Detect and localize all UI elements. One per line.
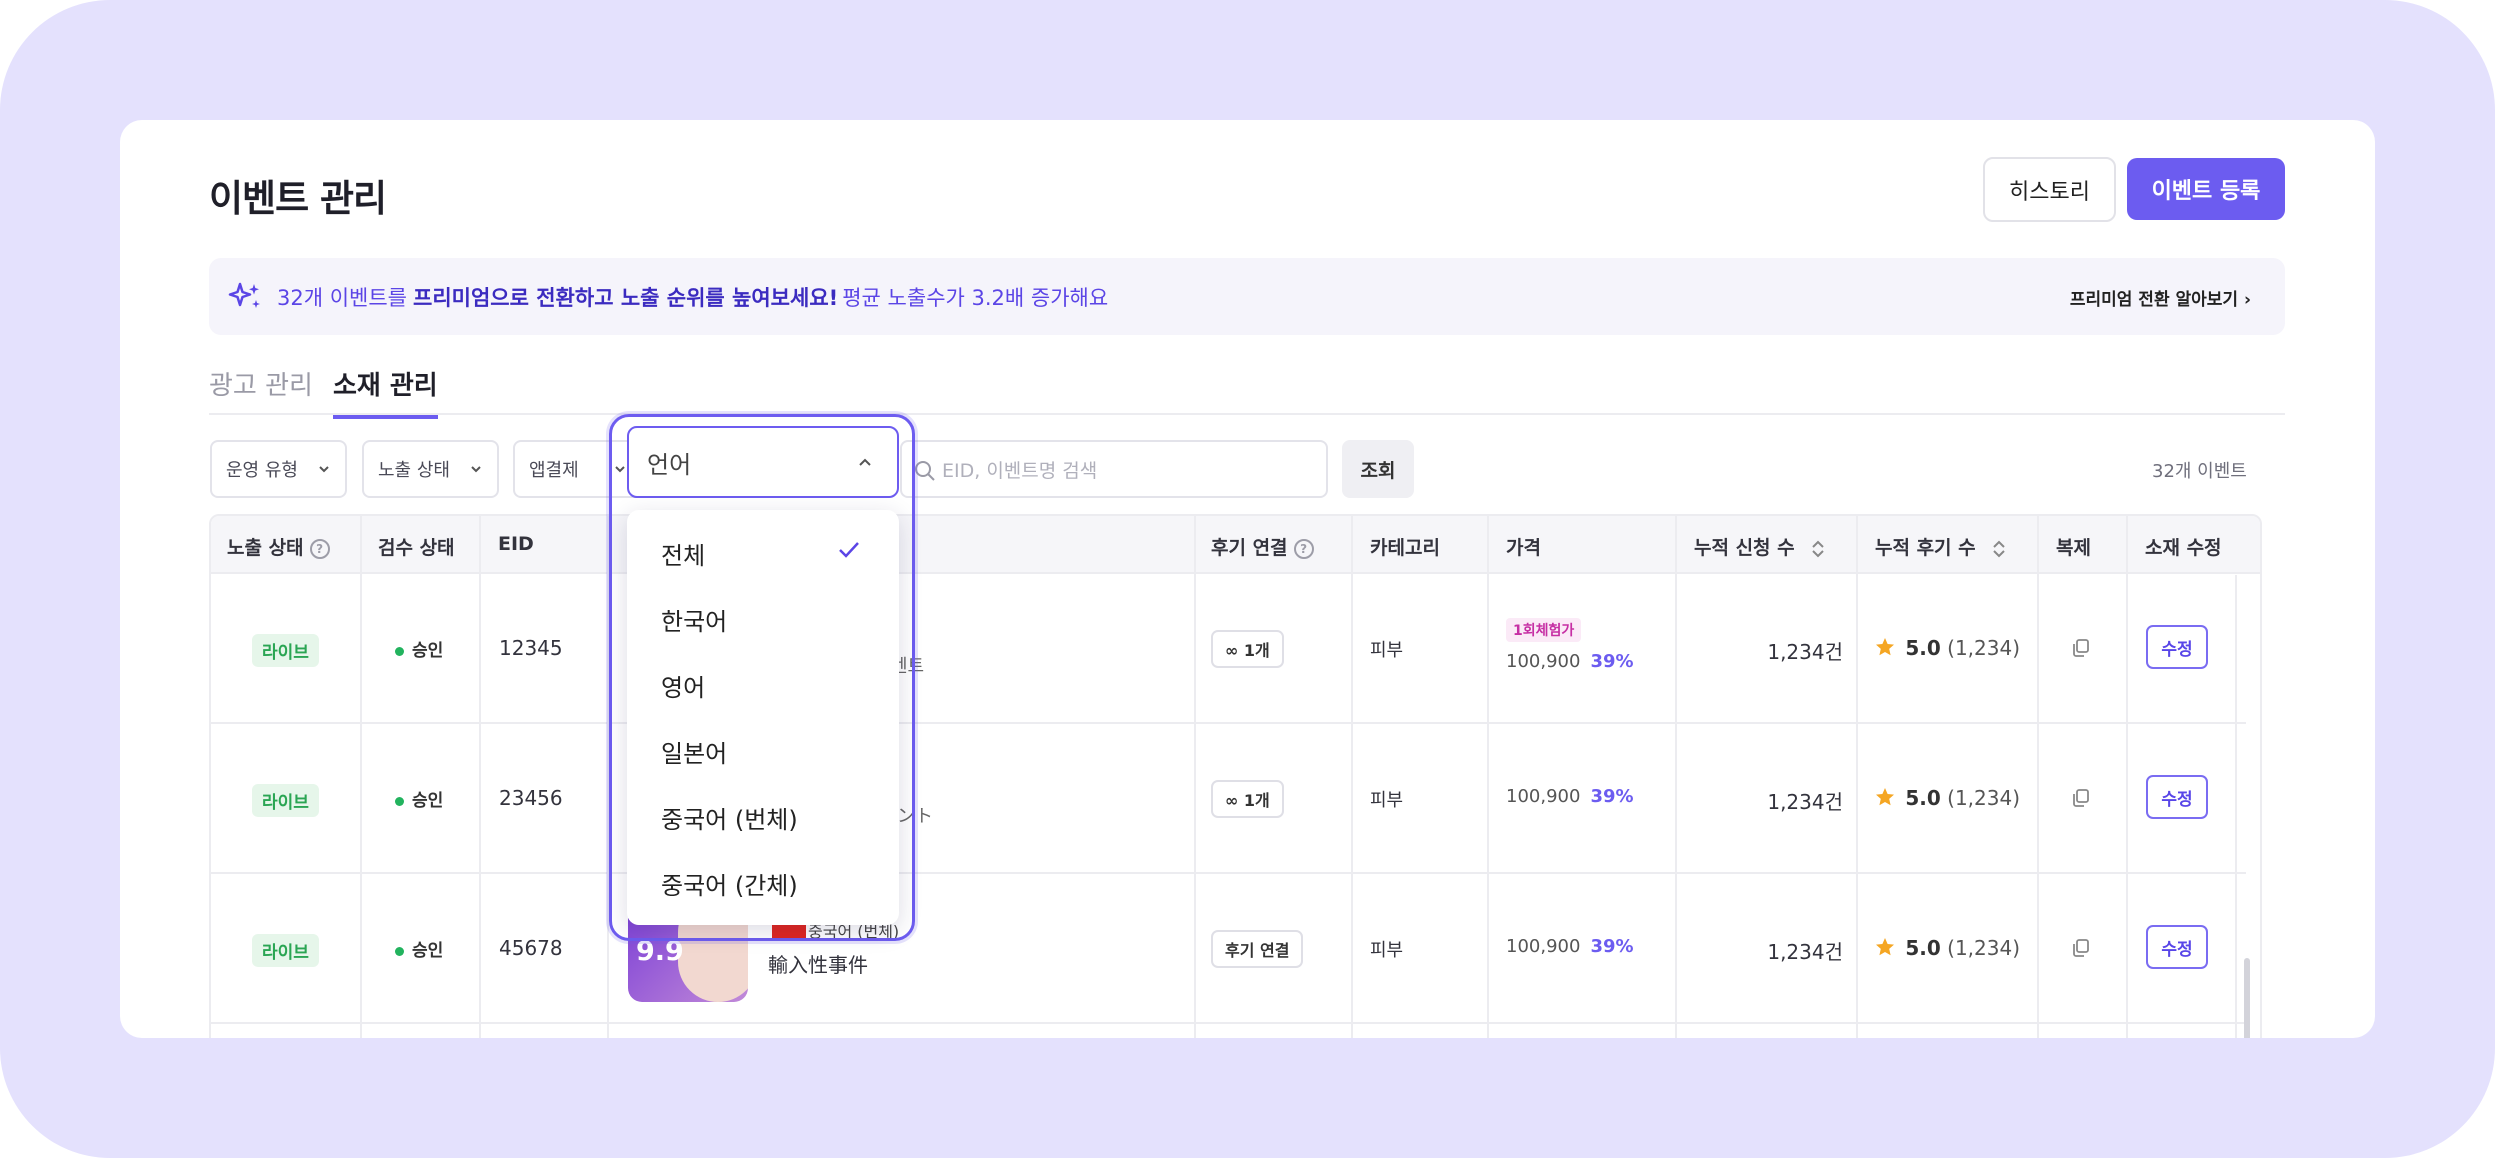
tab-creative-management[interactable]: 소재 관리 [333, 365, 438, 419]
exposure-badge: 라이브 [252, 934, 319, 967]
banner-prefix: 32개 이벤트를 [277, 285, 407, 310]
events-table: 노출 상태? 검수 상태 EID 후기 연결? 카테고리 가격 누적 신청 수 … [209, 514, 2262, 1038]
trial-tag: 1회체험가 [1506, 618, 1582, 642]
header-review-link: 후기 연결? [1211, 533, 1314, 560]
exposure-status-label: 노출 상태 [378, 460, 450, 481]
exposure-status-select[interactable]: 노출 상태 [362, 440, 499, 498]
review-status: 승인 [395, 636, 443, 661]
main-card: 이벤트 관리 히스토리 이벤트 등록 32개 이벤트를 프리미엄으로 전환하고 … [120, 120, 2375, 1038]
tab-ad-management[interactable]: 광고 관리 [209, 365, 313, 402]
header-price: 가격 [1506, 537, 1541, 559]
language-select[interactable]: 언어 [627, 426, 899, 498]
language-option-japanese[interactable]: 일본어 [661, 734, 727, 769]
copy-icon[interactable] [2072, 939, 2090, 957]
sort-icon[interactable] [1990, 538, 2008, 560]
page-title: 이벤트 관리 [209, 177, 387, 220]
table-row: 라이브 승인 12345 벤트 ∞ 1개 피부 1회체험가 100,900 39%… [211, 574, 2246, 724]
operation-type-label: 운영 유형 [226, 460, 298, 481]
price: 100,900 39% [1506, 786, 1634, 807]
chevron-down-icon [471, 466, 481, 473]
star-icon [1876, 638, 1894, 656]
review-link-chip[interactable]: ∞ 1개 [1211, 780, 1284, 818]
language-option-english[interactable]: 영어 [661, 668, 705, 703]
search-icon [915, 461, 935, 481]
premium-banner: 32개 이벤트를 프리미엄으로 전환하고 노출 순위를 높여보세요! 평균 노출… [209, 258, 2285, 335]
event-count: 32개 이벤트 [2152, 461, 2247, 482]
rating: 5.0 (1,234) [1875, 786, 2020, 810]
copy-icon[interactable] [2072, 639, 2090, 657]
header-applications[interactable]: 누적 신청 수 [1694, 533, 1827, 560]
app-frame: 이벤트 관리 히스토리 이벤트 등록 32개 이벤트를 프리미엄으로 전환하고 … [0, 0, 2495, 1158]
chevron-down-icon [319, 466, 329, 473]
language-option-all[interactable]: 전체 [661, 536, 705, 571]
star-icon [1876, 938, 1894, 956]
scrollbar-thumb[interactable] [2244, 958, 2250, 1038]
language-option-chinese-simplified[interactable]: 중국어 (간체) [661, 866, 798, 901]
edit-button[interactable]: 수정 [2146, 775, 2208, 819]
edit-button[interactable]: 수정 [2146, 625, 2208, 669]
event-name[interactable]: 輸入性事件 [768, 949, 868, 978]
eid: 45678 [499, 936, 563, 960]
eid: 12345 [499, 636, 563, 660]
query-button[interactable]: 조회 [1342, 440, 1414, 498]
rating: 5.0 (1,234) [1875, 636, 2020, 660]
applications-count: 1,234건 [1767, 640, 1843, 664]
sort-icon[interactable] [1809, 538, 1827, 560]
help-icon[interactable]: ? [309, 538, 330, 559]
header-copy: 복제 [2056, 537, 2091, 559]
search-input[interactable]: EID, 이벤트명 검색 [900, 440, 1328, 498]
category: 피부 [1370, 940, 1404, 961]
payment-label: 앱결제 [529, 460, 579, 481]
header-edit: 소재 수정 [2145, 537, 2222, 559]
banner-suffix: 평균 노출수가 3.2배 증가해요 [842, 285, 1109, 310]
exposure-badge: 라이브 [252, 634, 319, 667]
banner-highlight: 프리미엄으로 전환하고 노출 순위를 높여보세요! [413, 285, 839, 310]
register-event-button[interactable]: 이벤트 등록 [2127, 158, 2285, 220]
language-options-panel: 전체 한국어 영어 일본어 중국어 (번체) 중국어 (간체) [627, 510, 899, 925]
table-row: 라이브 승인 23456 ント ∞ 1개 피부 100,900 39% 1,234… [211, 724, 2246, 874]
status-dot [395, 946, 404, 956]
header-exposure: 노출 상태? [227, 533, 330, 560]
table-header: 노출 상태? 검수 상태 EID 후기 연결? 카테고리 가격 누적 신청 수 … [211, 516, 2260, 574]
header-eid: EID [498, 533, 534, 555]
help-icon[interactable]: ? [1293, 538, 1314, 559]
exposure-badge: 라이브 [252, 784, 319, 817]
applications-count: 1,234건 [1767, 790, 1843, 814]
header-review-status: 검수 상태 [378, 537, 455, 559]
rating: 5.0 (1,234) [1875, 936, 2020, 960]
review-link-chip[interactable]: ∞ 1개 [1211, 630, 1284, 668]
price: 100,900 39% [1506, 651, 1634, 672]
price: 100,900 39% [1506, 936, 1634, 957]
scroll-track [2235, 575, 2237, 1038]
sparkle-icon [228, 282, 260, 308]
premium-learn-more-link[interactable]: 프리미엄 전환 알아보기 › [2070, 285, 2251, 310]
status-dot [395, 646, 404, 656]
search-placeholder: EID, 이벤트명 검색 [942, 459, 1098, 482]
eid: 23456 [499, 786, 563, 810]
review-status: 승인 [395, 786, 443, 811]
status-dot [395, 796, 404, 806]
edit-button[interactable]: 수정 [2146, 925, 2208, 969]
operation-type-select[interactable]: 운영 유형 [210, 440, 347, 498]
header-reviews[interactable]: 누적 후기 수 [1875, 533, 2008, 560]
category: 피부 [1370, 640, 1404, 661]
chevron-up-icon [859, 458, 871, 466]
history-button[interactable]: 히스토리 [1983, 157, 2116, 222]
category: 피부 [1370, 790, 1404, 811]
review-status: 승인 [395, 936, 443, 961]
header-category: 카테고리 [1370, 537, 1440, 559]
review-link-button[interactable]: 후기 연결 [1211, 930, 1304, 968]
applications-count: 1,234건 [1767, 940, 1843, 964]
language-option-korean[interactable]: 한국어 [661, 602, 727, 637]
copy-icon[interactable] [2072, 789, 2090, 807]
table-row: 라이브 승인 45678 중국어 (번체) 輸入性事件 후기 연결 피부 100… [211, 874, 2246, 1024]
language-option-chinese-traditional[interactable]: 중국어 (번체) [661, 800, 798, 835]
language-select-value: 언어 [647, 450, 692, 479]
check-icon [839, 542, 859, 558]
tab-bar: 광고 관리 소재 관리 [209, 360, 2285, 419]
star-icon [1876, 788, 1894, 806]
